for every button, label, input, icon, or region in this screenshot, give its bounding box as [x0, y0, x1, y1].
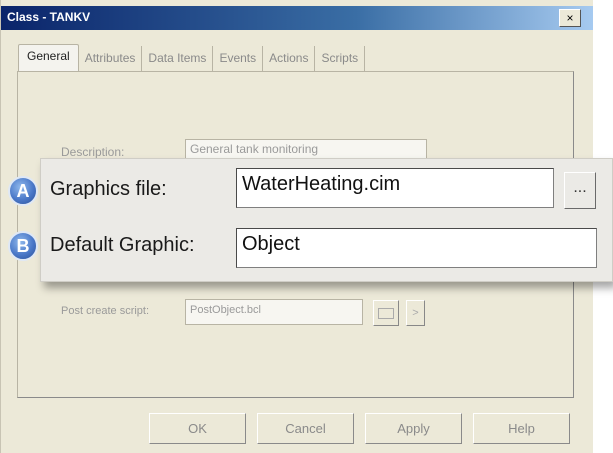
graphics-file-label: Graphics file: [50, 178, 167, 200]
tab-attributes[interactable]: Attributes [79, 46, 143, 72]
graphics-file-input[interactable]: WaterHeating.cim [236, 168, 554, 208]
tab-general[interactable]: General [18, 44, 79, 72]
post-create-edit-button[interactable] [373, 300, 399, 326]
close-button[interactable]: × [559, 9, 581, 27]
default-graphic-input[interactable]: Object [236, 228, 597, 268]
browse-button[interactable]: ... [564, 172, 596, 209]
cancel-button[interactable]: Cancel [257, 413, 354, 444]
script-icon [378, 308, 394, 319]
window-title: Class - TANKV [7, 10, 91, 24]
callout-badge-a: A [8, 176, 38, 206]
description-label: Description: [61, 145, 125, 159]
tab-scripts[interactable]: Scripts [315, 46, 366, 72]
post-create-script-label: Post create script: [61, 305, 150, 317]
tab-strip: General Attributes Data Items Events Act… [18, 44, 366, 72]
post-create-script-field[interactable]: PostObject.bcl [185, 299, 363, 325]
ok-button[interactable]: OK [149, 413, 246, 444]
callout-badge-b: B [8, 231, 38, 261]
default-graphic-label: Default Graphic: [50, 234, 195, 256]
help-button[interactable]: Help [473, 413, 570, 444]
title-bar: Class - TANKV × [1, 6, 593, 30]
tab-data-items[interactable]: Data Items [142, 46, 214, 72]
apply-button[interactable]: Apply [365, 413, 462, 444]
tab-actions[interactable]: Actions [263, 46, 316, 72]
post-create-arrow-button[interactable]: > [406, 300, 425, 326]
tab-events[interactable]: Events [213, 46, 264, 72]
